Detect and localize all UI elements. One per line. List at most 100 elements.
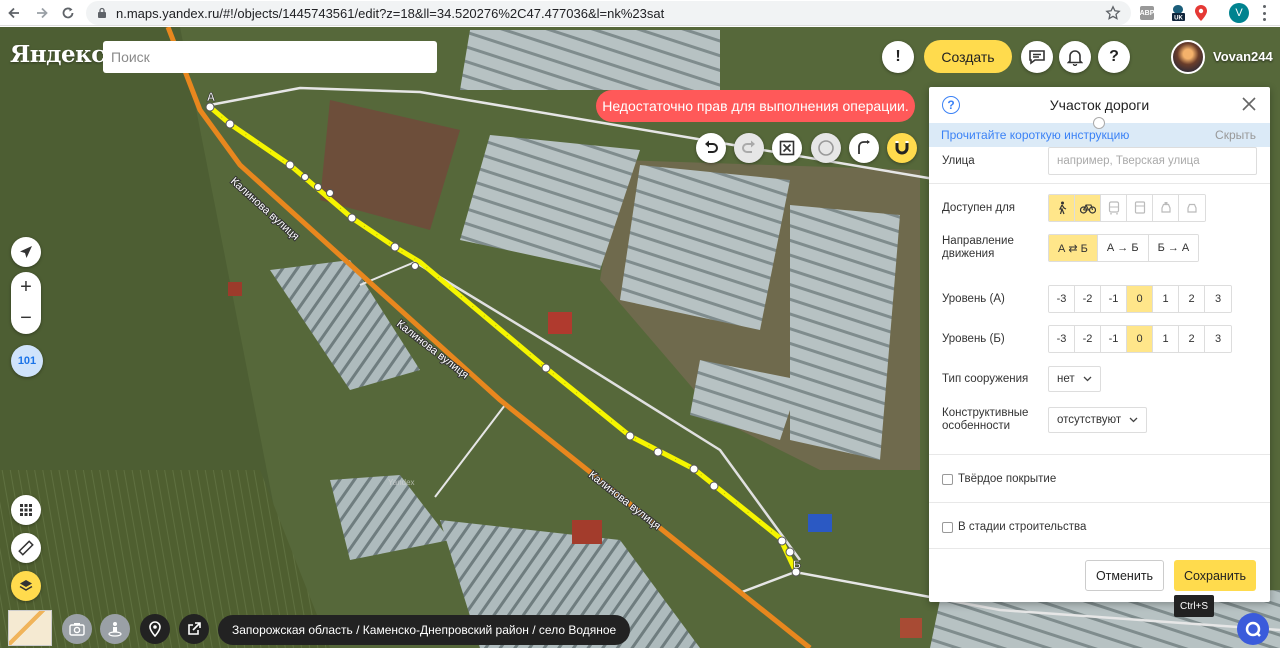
street-input[interactable] [1048, 147, 1257, 175]
hard-surface-row[interactable]: Твёрдое покрытие [942, 473, 1056, 485]
bell-button[interactable] [1059, 41, 1091, 73]
map-pin-extension-icon[interactable] [1194, 3, 1208, 23]
level-b-option[interactable]: 3 [1205, 326, 1231, 352]
mini-map-thumbnail[interactable] [8, 610, 52, 646]
structure-row: Тип сооружения нет [942, 366, 1257, 392]
level-b-option[interactable]: 1 [1153, 326, 1179, 352]
scroll-handle-icon[interactable] [1093, 117, 1105, 129]
ruler-button[interactable] [11, 533, 41, 563]
circle-tool-button[interactable] [811, 133, 841, 163]
level-a-option[interactable]: 2 [1179, 286, 1205, 312]
undo-button[interactable] [696, 133, 726, 163]
vertex[interactable] [390, 242, 400, 252]
direction-a-to-b[interactable]: А → Б [1097, 235, 1149, 261]
vertex[interactable] [301, 173, 309, 181]
level-b-option[interactable]: -2 [1075, 326, 1101, 352]
hard-surface-label: Твёрдое покрытие [958, 473, 1057, 485]
instruction-link[interactable]: Прочитайте короткую инструкцию [941, 128, 1129, 142]
under-construction-checkbox[interactable] [942, 521, 953, 533]
forward-icon[interactable] [30, 1, 54, 25]
direction-both[interactable]: А ⇄ Б [1049, 235, 1098, 261]
chat-bubble-icon [1245, 621, 1261, 637]
vertex[interactable] [625, 431, 635, 441]
layer-count-badge[interactable]: 101 [11, 345, 43, 377]
address-bar[interactable]: n.maps.yandex.ru/#!/objects/1445743561/e… [86, 1, 1131, 25]
panorama-button[interactable] [100, 614, 130, 644]
level-a-option[interactable]: -2 [1075, 286, 1101, 312]
zoom-out-button[interactable]: − [11, 303, 41, 334]
level-a-option[interactable]: 0 [1127, 286, 1153, 312]
level-b-option[interactable]: 2 [1179, 326, 1205, 352]
structure-dropdown[interactable]: нет [1048, 366, 1101, 392]
vertex[interactable] [541, 363, 551, 373]
route-tool-button[interactable] [849, 133, 879, 163]
locate-button[interactable] [11, 237, 41, 267]
level-b-option[interactable]: 0 [1127, 326, 1153, 352]
vertex[interactable] [785, 547, 795, 557]
save-button[interactable]: Сохранить [1174, 560, 1256, 591]
vertex[interactable] [347, 213, 357, 223]
close-icon[interactable] [1240, 95, 1258, 113]
direction-b-to-a[interactable]: Б → А [1148, 235, 1199, 261]
vertex[interactable] [777, 536, 787, 546]
vertex[interactable] [285, 160, 295, 170]
search-input[interactable] [103, 41, 437, 73]
camera-button[interactable] [62, 614, 92, 644]
vertex[interactable] [689, 464, 699, 474]
grid-button[interactable] [11, 495, 41, 525]
vertex-a[interactable] [205, 102, 215, 112]
help-button[interactable]: ? [1098, 41, 1130, 73]
vertex[interactable] [225, 119, 235, 129]
layers-button[interactable] [11, 571, 41, 601]
bookmark-star-icon[interactable] [1105, 5, 1121, 21]
adblock-extension-icon[interactable]: ABP [1140, 6, 1154, 20]
snap-magnet-button[interactable] [887, 133, 917, 163]
avatar[interactable] [1171, 40, 1205, 74]
external-link-icon [188, 622, 201, 635]
road-segment-editor: ? Участок дороги Прочитайте короткую инс… [929, 87, 1270, 602]
cancel-button[interactable]: Отменить [1085, 560, 1164, 591]
access-bicycle[interactable] [1075, 195, 1101, 221]
hide-hint-button[interactable]: Скрыть [1215, 128, 1256, 142]
vertex[interactable] [653, 447, 663, 457]
vertex[interactable] [314, 183, 322, 191]
support-chat-button[interactable] [1237, 613, 1269, 645]
create-button[interactable]: Создать [924, 40, 1012, 73]
access-taxi[interactable] [1153, 195, 1179, 221]
access-bus[interactable] [1101, 195, 1127, 221]
yandex-logo[interactable]: Яндекс [10, 41, 105, 68]
level-a-option[interactable]: -3 [1049, 286, 1075, 312]
share-button[interactable] [179, 614, 209, 644]
username[interactable]: Vovan244 [1213, 49, 1273, 64]
vertex[interactable] [709, 481, 719, 491]
vertex[interactable] [411, 262, 419, 270]
zoom-control: + − [11, 272, 41, 334]
reload-icon[interactable] [56, 1, 80, 25]
level-a-option[interactable]: 1 [1153, 286, 1179, 312]
notifications-alert-button[interactable]: ! [882, 41, 914, 73]
features-dropdown[interactable]: отсутствуют [1048, 407, 1148, 433]
camera-icon [69, 623, 85, 636]
under-construction-row[interactable]: В стадии строительства [942, 521, 1086, 533]
vertex[interactable] [326, 189, 334, 197]
hard-surface-checkbox[interactable] [942, 473, 953, 485]
delete-vertex-button[interactable] [772, 133, 802, 163]
level-a-option[interactable]: 3 [1205, 286, 1231, 312]
level-b-option[interactable]: -3 [1049, 326, 1075, 352]
access-car[interactable] [1179, 195, 1205, 221]
access-pedestrian[interactable] [1049, 195, 1075, 221]
level-b-option[interactable]: -1 [1101, 326, 1127, 352]
level-a-option[interactable]: -1 [1101, 286, 1127, 312]
redo-button[interactable] [734, 133, 764, 163]
feedback-button[interactable] [1021, 41, 1053, 73]
browser-menu-icon[interactable] [1260, 5, 1268, 21]
pin-button[interactable] [140, 614, 170, 644]
back-icon[interactable] [2, 1, 26, 25]
access-truck[interactable] [1127, 195, 1153, 221]
magnet-icon [895, 141, 909, 155]
browser-profile-avatar[interactable]: V [1229, 3, 1249, 23]
vpn-extension-icon[interactable]: UK [1168, 3, 1188, 23]
breadcrumb[interactable]: Запорожская область / Каменско-Днепровск… [218, 615, 631, 645]
access-selector [1048, 194, 1206, 222]
zoom-in-button[interactable]: + [11, 272, 41, 303]
